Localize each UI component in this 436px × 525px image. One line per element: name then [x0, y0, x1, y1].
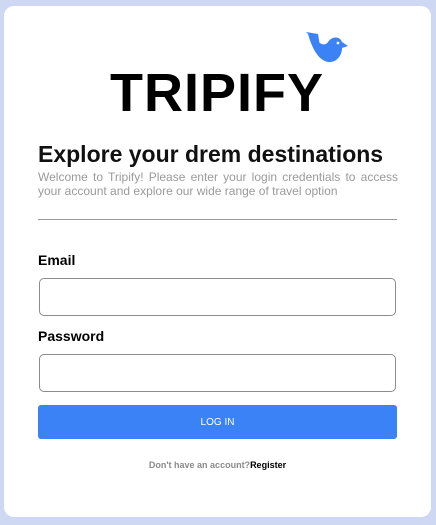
login-card: TRIPIFY Explore your drem destinations W… — [4, 6, 431, 517]
password-label: Password — [38, 328, 105, 344]
welcome-text: Welcome to Tripify! Please enter your lo… — [38, 170, 398, 198]
password-field[interactable] — [39, 354, 396, 392]
register-link[interactable]: Register — [250, 460, 286, 470]
register-prompt: Don't have an account?Register — [4, 460, 431, 470]
register-prompt-text: Don't have an account? — [148, 460, 251, 470]
email-label: Email — [38, 252, 76, 268]
tripify-logo: TRIPIFY — [110, 32, 348, 124]
divider — [38, 219, 397, 220]
page-title: Explore your drem destinations — [38, 141, 384, 167]
email-field[interactable] — [39, 278, 396, 316]
login-button[interactable]: LOG IN — [38, 405, 397, 439]
logo-wordmark: TRIPIFY — [110, 63, 325, 123]
